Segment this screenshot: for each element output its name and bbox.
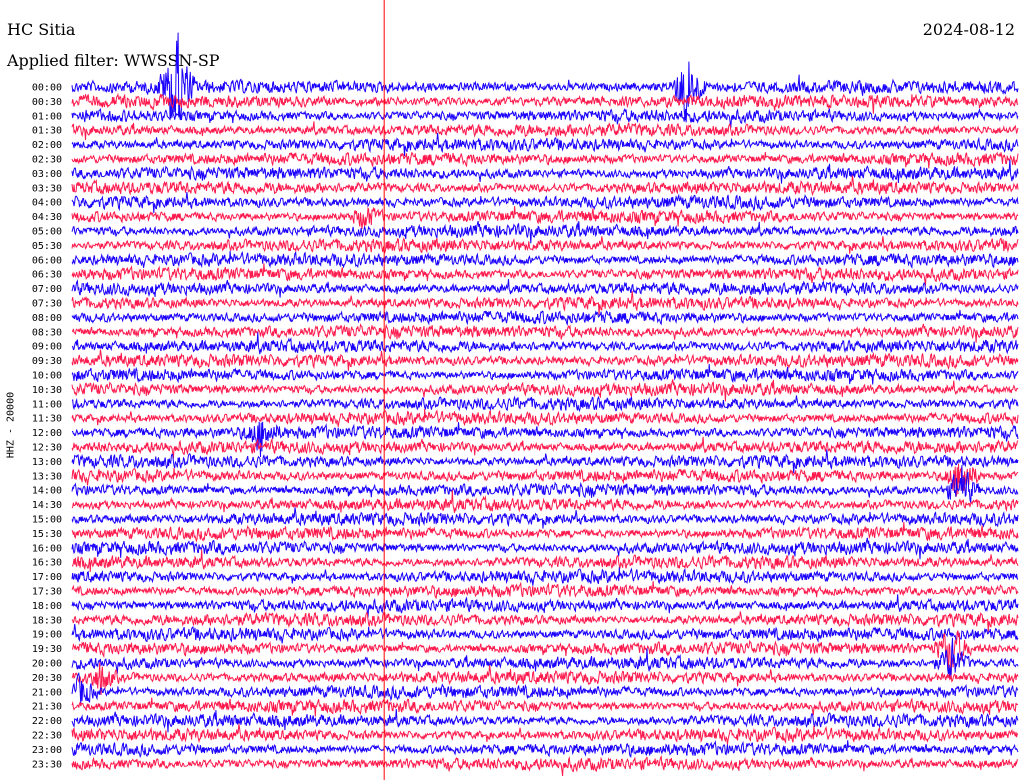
row-label: 05:00: [32, 227, 62, 238]
row-label: 18:30: [32, 615, 62, 626]
row-label: 04:00: [32, 198, 62, 209]
seismic-trace: [71, 323, 1019, 343]
row-label: 19:00: [32, 630, 62, 641]
row-label: 02:00: [32, 140, 62, 151]
row-label: 17:30: [32, 587, 62, 598]
row-label: 07:30: [32, 299, 62, 310]
row-label: 12:00: [32, 428, 62, 439]
row-label: 18:00: [32, 601, 62, 612]
seismic-trace: [71, 206, 1019, 229]
row-label: 16:00: [32, 543, 62, 554]
seismic-trace: [71, 754, 1019, 777]
traces: [71, 32, 1019, 777]
seismic-trace: [71, 637, 1019, 679]
row-label: 01:00: [32, 111, 62, 122]
row-label: 20:00: [32, 659, 62, 670]
row-label: 11:00: [32, 399, 62, 410]
row-label: 10:00: [32, 371, 62, 382]
row-label: 08:00: [32, 313, 62, 324]
row-label: 04:30: [32, 212, 62, 223]
row-label: 13:00: [32, 457, 62, 468]
seismic-trace: [71, 32, 1019, 123]
row-label: 06:30: [32, 270, 62, 281]
row-label: 09:30: [32, 356, 62, 367]
seismic-trace: [71, 581, 1019, 600]
seismic-trace: [71, 309, 1019, 327]
seismic-trace: [71, 121, 1019, 141]
seismic-trace: [71, 623, 1019, 644]
row-label: 01:30: [32, 126, 62, 137]
seismic-trace: [71, 220, 1019, 244]
seismic-trace: [71, 395, 1019, 413]
seismic-trace: [71, 507, 1019, 529]
seismic-trace: [71, 107, 1019, 128]
row-label: 06:00: [32, 255, 62, 266]
seismic-trace: [71, 522, 1019, 543]
row-label: 23:00: [32, 745, 62, 756]
row-label: 09:00: [32, 342, 62, 353]
row-label: 15:30: [32, 529, 62, 540]
seismic-trace: [71, 132, 1019, 157]
seismic-trace: [71, 159, 1019, 184]
row-label: 03:00: [32, 169, 62, 180]
row-label: 02:30: [32, 155, 62, 166]
seismic-trace: [71, 723, 1018, 745]
row-label: 12:30: [32, 443, 62, 454]
seismic-trace: [71, 236, 1019, 254]
row-label: 14:00: [32, 486, 62, 497]
seismic-trace: [71, 363, 1019, 385]
row-label: 21:30: [32, 702, 62, 713]
seismic-trace: [71, 263, 1019, 286]
seismic-trace: [71, 191, 1019, 214]
row-label: 17:00: [32, 572, 62, 583]
seismic-trace: [71, 349, 1019, 371]
seismic-trace: [71, 379, 1019, 402]
row-label: 03:30: [32, 183, 62, 194]
row-label: 07:00: [32, 284, 62, 295]
seismic-trace: [71, 549, 1019, 572]
seismic-trace: [71, 408, 1019, 427]
seismic-trace: [71, 449, 1019, 474]
seismic-trace: [71, 279, 1019, 298]
seismic-trace: [71, 611, 1019, 632]
seismic-trace: [71, 740, 1019, 759]
seismic-trace: [71, 567, 1019, 586]
seismic-trace: [71, 708, 1019, 733]
seismic-trace: [71, 291, 1019, 315]
row-label: 19:30: [32, 644, 62, 655]
seismic-trace: [71, 537, 1019, 560]
seismic-trace: [71, 151, 1019, 169]
row-label: 23:30: [32, 759, 62, 770]
seismic-trace: [71, 697, 1019, 717]
row-label: 14:30: [32, 500, 62, 511]
row-label: 21:00: [32, 687, 62, 698]
row-label: 05:30: [32, 241, 62, 252]
row-label: 15:00: [32, 515, 62, 526]
seismic-trace: [72, 421, 1019, 458]
row-label: 16:30: [32, 558, 62, 569]
helicorder-plot: 00:00 00:30 01:00 01:30 02:00 02:30 03:00 03:30…: [32, 0, 1019, 780]
row-label: 00:00: [32, 83, 62, 94]
row-label: 10:30: [32, 385, 62, 396]
row-label: 13:30: [32, 471, 62, 482]
row-label: 20:30: [32, 673, 62, 684]
seismic-trace: [71, 175, 1019, 197]
row-label: 22:00: [32, 716, 62, 727]
row-label: 00:30: [32, 97, 62, 108]
seismic-trace: [71, 92, 1019, 114]
seismic-trace: [71, 465, 1019, 503]
seismic-trace: [71, 594, 1019, 618]
row-label: 22:30: [32, 731, 62, 742]
seismic-trace: [71, 250, 1019, 269]
row-label: 08:30: [32, 327, 62, 338]
row-label: 11:30: [32, 414, 62, 425]
